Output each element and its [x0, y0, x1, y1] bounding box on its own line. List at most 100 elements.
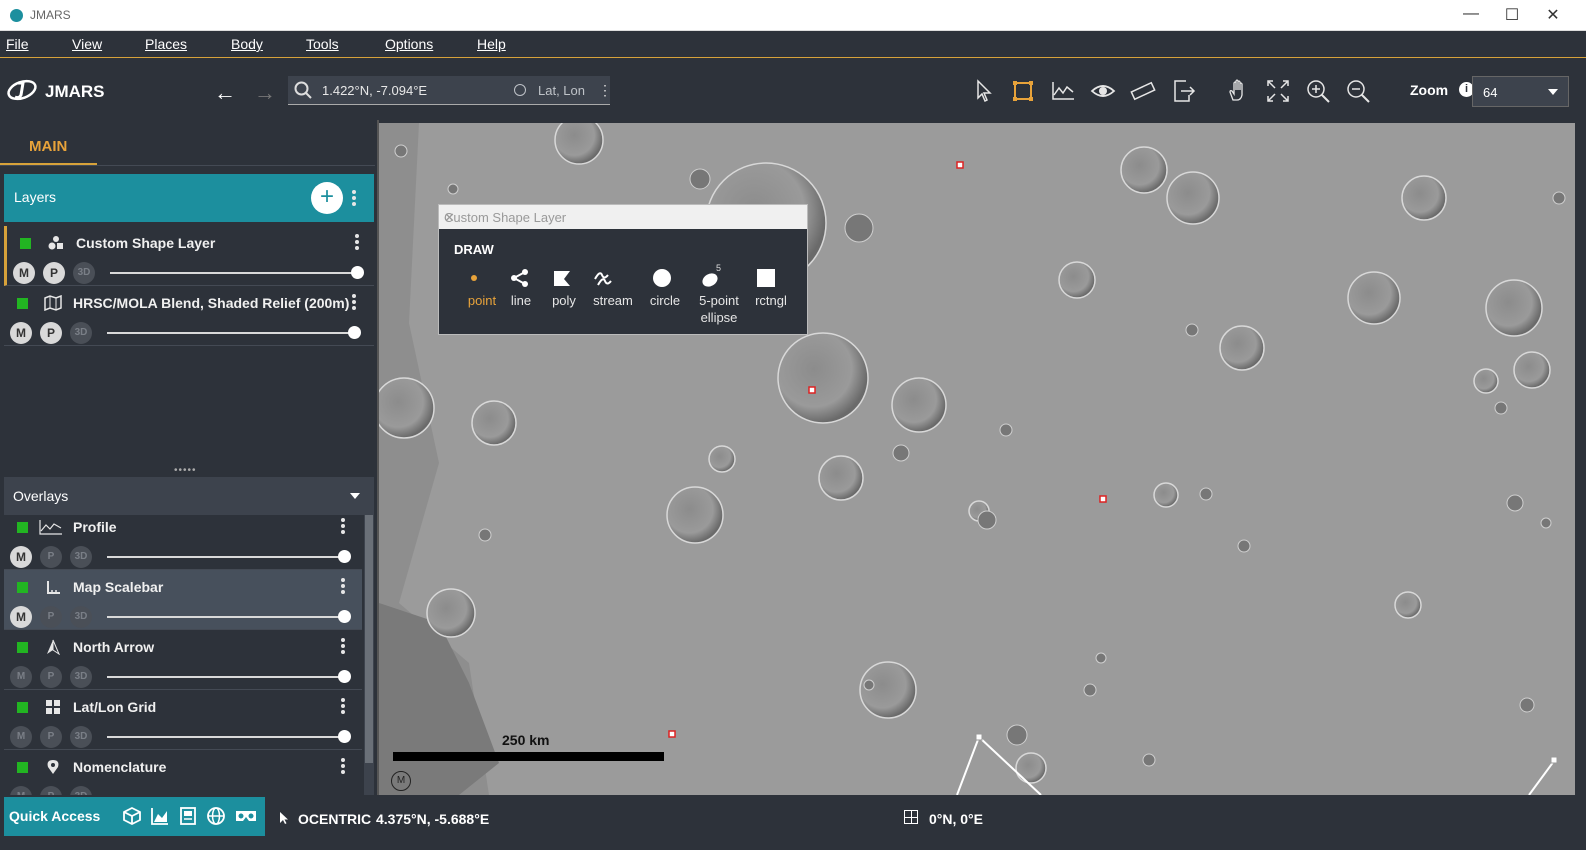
main-view-toggle[interactable]: M	[10, 666, 32, 688]
document-icon[interactable]	[178, 806, 198, 826]
layer-row-hrsc-mola[interactable]: HRSC/MOLA Blend, Shaded Relief (200m) M …	[4, 286, 374, 346]
ellipse-tool[interactable]: 5-point	[694, 293, 744, 308]
overlay-menu-icon[interactable]	[340, 577, 346, 595]
visibility-toggle[interactable]	[20, 238, 31, 249]
main-view-toggle[interactable]: M	[10, 322, 32, 344]
panner-view-toggle[interactable]: P	[40, 666, 62, 688]
poly-tool-icon[interactable]	[551, 267, 573, 289]
minimize-button[interactable]: —	[1456, 5, 1486, 25]
forward-arrow-icon[interactable]: →	[254, 80, 276, 106]
menu-options[interactable]: Options	[385, 36, 433, 52]
layers-menu-icon[interactable]	[351, 189, 357, 207]
opacity-slider[interactable]	[107, 556, 347, 558]
opacity-slider-handle[interactable]	[348, 326, 361, 339]
pan-hand-icon[interactable]	[1225, 78, 1251, 104]
visibility-toggle[interactable]	[17, 702, 28, 713]
visibility-toggle[interactable]	[17, 762, 28, 773]
overlay-row-profile[interactable]: Profile M P 3D	[4, 510, 362, 570]
close-window-button[interactable]: ✕	[1538, 5, 1568, 25]
chevron-down-icon[interactable]	[350, 493, 360, 499]
overlay-row-nomenclature[interactable]: Nomenclature M P 3D	[4, 750, 362, 795]
cube-icon[interactable]	[122, 806, 142, 826]
panel-splitter[interactable]: •••••	[174, 465, 197, 476]
visibility-toggle[interactable]	[17, 298, 28, 309]
layer-menu-icon[interactable]	[351, 293, 357, 311]
panner-view-toggle[interactable]: P	[40, 726, 62, 748]
panner-view-toggle[interactable]: P	[40, 606, 62, 628]
main-view-toggle[interactable]: M	[10, 726, 32, 748]
3d-view-toggle[interactable]: 3D	[70, 546, 92, 568]
overlay-menu-icon[interactable]	[340, 757, 346, 775]
vr-headset-icon[interactable]	[234, 806, 258, 826]
opacity-slider[interactable]	[107, 736, 347, 738]
rectangle-tool-icon[interactable]	[755, 267, 777, 289]
coord-mode-label[interactable]: Lat, Lon	[538, 83, 585, 98]
zoom-out-icon[interactable]	[1345, 78, 1371, 104]
menu-places[interactable]: Places	[145, 36, 187, 52]
opacity-slider[interactable]	[107, 616, 347, 618]
tab-main[interactable]: MAIN	[0, 130, 97, 166]
circle-tool[interactable]: circle	[647, 293, 683, 308]
panner-view-toggle[interactable]: P	[40, 322, 62, 344]
3d-view-toggle[interactable]: 3D	[70, 606, 92, 628]
export-icon[interactable]	[1170, 78, 1196, 104]
3d-view-toggle[interactable]: 3D	[70, 666, 92, 688]
globe-icon[interactable]	[206, 806, 226, 826]
ruler-icon[interactable]	[1130, 78, 1156, 104]
overlay-row-north-arrow[interactable]: North Arrow M P 3D	[4, 630, 362, 690]
close-icon[interactable]: ✕	[444, 210, 799, 226]
opacity-slider-handle[interactable]	[338, 550, 351, 563]
stream-tool-icon[interactable]	[592, 267, 614, 289]
main-view-toggle[interactable]: M	[10, 606, 32, 628]
overlay-menu-icon[interactable]	[340, 517, 346, 535]
opacity-slider-handle[interactable]	[338, 730, 351, 743]
3d-view-toggle[interactable]: 3D	[70, 726, 92, 748]
point-tool-icon[interactable]	[463, 267, 485, 289]
poly-tool[interactable]: poly	[551, 293, 577, 308]
chart-icon[interactable]	[150, 806, 170, 826]
panner-view-toggle[interactable]: P	[40, 546, 62, 568]
3d-view-toggle[interactable]: 3D	[70, 786, 92, 795]
visibility-toggle[interactable]	[17, 582, 28, 593]
search-options-icon[interactable]: ⋮	[598, 82, 612, 99]
profile-chart-icon[interactable]	[1050, 78, 1076, 104]
opacity-slider[interactable]	[110, 272, 360, 274]
3d-view-toggle[interactable]: 3D	[70, 322, 92, 344]
stream-tool[interactable]: stream	[589, 293, 637, 308]
main-view-toggle[interactable]: M	[10, 546, 32, 568]
menu-view[interactable]: View	[72, 36, 102, 52]
main-view-toggle[interactable]: M	[10, 786, 32, 795]
visibility-toggle[interactable]	[17, 522, 28, 533]
rectangle-tool[interactable]: rctngl	[751, 293, 791, 308]
location-search[interactable]: 1.422°N, -7.094°E Lat, Lon ⋮	[288, 76, 612, 105]
3d-view-toggle[interactable]: 3D	[73, 262, 95, 284]
layer-menu-icon[interactable]	[354, 233, 360, 251]
zoom-select[interactable]: 64	[1472, 76, 1569, 107]
popup-title-bar[interactable]: Custom Shape Layer ✕	[439, 205, 807, 229]
back-arrow-icon[interactable]: ←	[214, 80, 236, 106]
menu-file[interactable]: File	[6, 36, 29, 52]
line-tool[interactable]: line	[509, 293, 533, 308]
investigate-eye-icon[interactable]	[1090, 78, 1116, 104]
opacity-slider-handle[interactable]	[351, 266, 364, 279]
line-tool-icon[interactable]	[509, 267, 531, 289]
select-region-icon[interactable]	[1010, 78, 1036, 104]
overlay-row-map-scalebar[interactable]: Map Scalebar M P 3D	[4, 570, 362, 630]
menu-body[interactable]: Body	[231, 36, 263, 52]
layer-row-custom-shape[interactable]: Custom Shape Layer M P 3D	[4, 226, 374, 286]
panner-view-toggle[interactable]: P	[40, 786, 62, 795]
overlays-scrollbar[interactable]	[364, 515, 374, 795]
visibility-toggle[interactable]	[17, 642, 28, 653]
add-layer-button[interactable]: +	[311, 182, 343, 214]
point-tool[interactable]: point	[464, 293, 500, 308]
overlay-row-latlon-grid[interactable]: Lat/Lon Grid M P 3D	[4, 690, 362, 750]
zoom-fit-icon[interactable]	[1265, 78, 1291, 104]
main-view-toggle[interactable]: M	[13, 262, 35, 284]
ellipse-tool-label2[interactable]: ellipse	[694, 310, 744, 325]
opacity-slider[interactable]	[107, 332, 357, 334]
circle-tool-icon[interactable]	[651, 267, 673, 289]
opacity-slider[interactable]	[107, 676, 347, 678]
maximize-button[interactable]: ☐	[1497, 5, 1527, 25]
menu-tools[interactable]: Tools	[306, 36, 339, 52]
overlay-menu-icon[interactable]	[340, 697, 346, 715]
